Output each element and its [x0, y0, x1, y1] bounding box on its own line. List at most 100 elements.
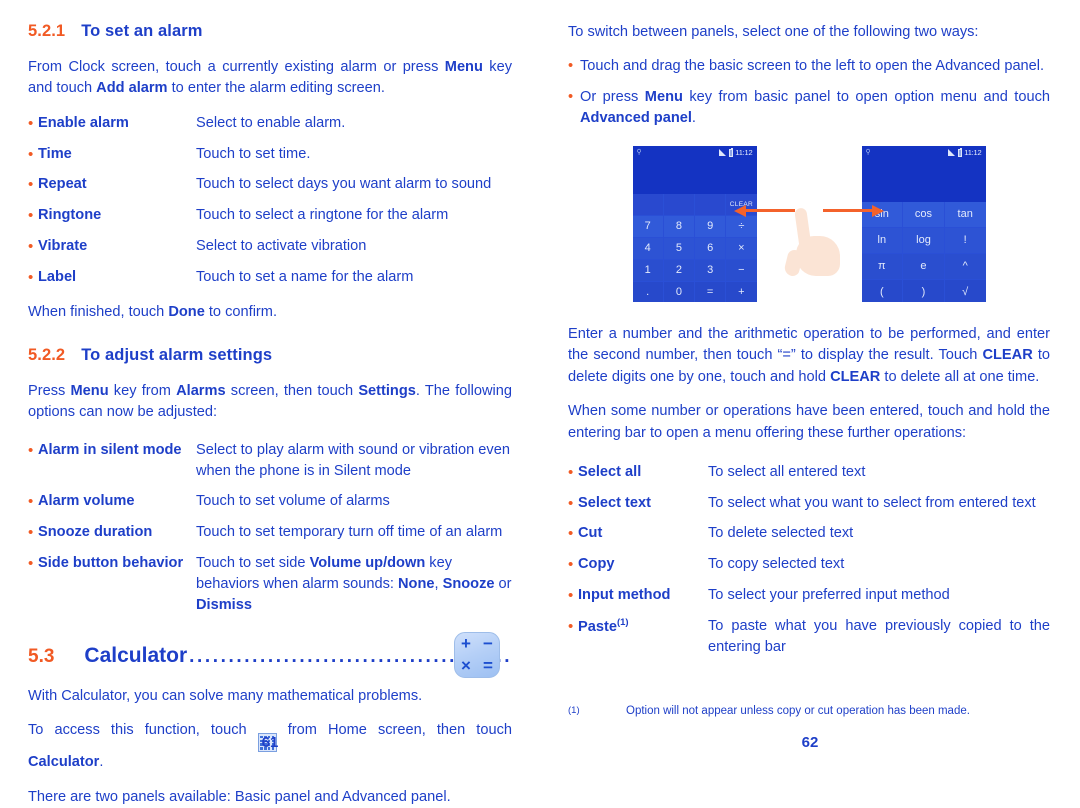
calculator-display	[632, 159, 757, 194]
palm	[796, 235, 840, 276]
list-item: • Paste(1) To paste what you have previo…	[568, 616, 1050, 658]
basic-calculator-panel: ⚲ 11:12 CLEAR 7 8 9 ÷ 4 5 6 × 1 2 3 − . …	[632, 145, 757, 302]
further-operations-list: • Select all To select all entered text …	[568, 462, 1050, 658]
text-fragment: .	[99, 754, 104, 771]
bullet-icon: •	[568, 494, 574, 512]
key-0[interactable]: 0	[663, 281, 694, 302]
bold-add-alarm: Add alarm	[96, 80, 168, 97]
text-fragment: ,	[434, 575, 443, 592]
key-minus[interactable]: −	[726, 259, 757, 281]
key-plus[interactable]: +	[726, 281, 757, 302]
text-fragment: From Clock screen, touch a currently exi…	[28, 59, 445, 75]
key-sqrt[interactable]: √	[944, 279, 986, 302]
paragraph-53-p1: With Calculator, you can solve many math…	[28, 687, 423, 704]
list-item: • Input method To select your preferred …	[568, 585, 1050, 607]
option-desc: Touch to set a name for the alarm	[196, 268, 414, 285]
key-decimal[interactable]: .	[632, 281, 663, 302]
bullet-icon: •	[28, 268, 34, 286]
bold-menu: Menu	[444, 59, 483, 75]
text-fragment: When finished, touch	[28, 304, 169, 321]
bullet-icon: •	[28, 523, 34, 541]
bullet-icon: •	[568, 58, 574, 75]
key-8[interactable]: 8	[663, 215, 694, 237]
bold-snooze: Snooze	[442, 575, 495, 592]
key-2[interactable]: 2	[663, 259, 694, 281]
key-4[interactable]: 4	[632, 237, 663, 259]
key-open-paren[interactable]: (	[861, 279, 903, 302]
bullet-icon: •	[568, 617, 574, 635]
page-number-left: 61	[261, 734, 279, 751]
key-close-paren[interactable]: )	[903, 279, 944, 302]
text-fragment: key from	[108, 382, 177, 399]
bullet-icon: •	[28, 145, 34, 163]
key-5[interactable]: 5	[663, 237, 694, 259]
bold-volume-up-down: Volume up/down	[309, 554, 426, 571]
status-icons: 11:12	[948, 148, 982, 157]
key-power[interactable]: ^	[944, 253, 986, 279]
key-6[interactable]: 6	[695, 237, 726, 259]
option-term: Input method	[578, 586, 671, 603]
key-sin[interactable]: sin	[861, 201, 903, 227]
option-term: Snooze duration	[38, 523, 153, 540]
option-term: Time	[38, 145, 72, 162]
bullet-icon: •	[28, 237, 34, 255]
bullet-icon: •	[568, 556, 574, 574]
key-pi[interactable]: π	[861, 253, 903, 279]
option-desc: Touch to set side Volume up/down key beh…	[196, 553, 512, 616]
key-tan[interactable]: tan	[944, 201, 986, 227]
term-text: Paste	[578, 618, 617, 635]
key-log[interactable]: log	[903, 227, 944, 253]
footnote-text: Option will not appear unless copy or cu…	[626, 704, 970, 717]
key-equals[interactable]: =	[695, 281, 726, 302]
text-fragment: Enter a number and the arithmetic operat…	[568, 325, 1050, 364]
key-1[interactable]: 1	[632, 259, 663, 281]
option-desc: To select your preferred input method	[708, 586, 950, 603]
bullet-icon: •	[568, 525, 574, 543]
heading-number: 5.2.2	[28, 345, 66, 364]
multiply-glyph: ×	[461, 656, 471, 676]
signal-bars-icon	[719, 149, 727, 157]
bold-alarms: Alarms	[176, 382, 226, 399]
option-term: Repeat	[38, 176, 87, 193]
list-item: • Select text To select what you want to…	[568, 493, 1050, 515]
option-desc: Select to activate vibration	[196, 237, 367, 254]
bold-clear-1: CLEAR	[982, 347, 1033, 364]
bold-clear-2: CLEAR	[830, 368, 881, 385]
text-fragment: or	[494, 575, 512, 592]
status-bar: ⚲ 11:12	[632, 145, 757, 160]
list-item: • Enable alarm Select to enable alarm.	[28, 113, 512, 135]
option-term: Alarm in silent mode	[38, 441, 182, 458]
key-cos[interactable]: cos	[903, 201, 944, 227]
status-clock: 11:12	[964, 148, 982, 157]
bold-advanced-panel: Advanced panel	[580, 110, 692, 127]
key-9[interactable]: 9	[695, 215, 726, 237]
paragraph-522-intro: Press Menu key from Alarms screen, then …	[28, 381, 512, 424]
key-clear[interactable]: CLEAR	[726, 193, 757, 215]
option-desc: To copy selected text	[708, 556, 845, 573]
advanced-keypad: sin cos tan ln log ! π e ^ ( ) √	[861, 201, 986, 302]
key-e[interactable]: e	[903, 253, 944, 279]
thumb	[783, 248, 804, 278]
option-term: Label	[38, 268, 77, 285]
key-multiply[interactable]: ×	[726, 237, 757, 259]
list-item: • Snooze duration Touch to set temporary…	[28, 522, 512, 544]
option-term: Side button behavior	[38, 554, 184, 571]
key-factorial[interactable]: !	[944, 227, 986, 253]
key-divide[interactable]: ÷	[726, 215, 757, 237]
bullet-icon: •	[568, 586, 574, 604]
battery-icon	[728, 148, 733, 157]
key-7[interactable]: 7	[632, 215, 663, 237]
bullet-icon: •	[568, 463, 574, 481]
list-item: • Side button behavior Touch to set side…	[28, 553, 512, 616]
option-desc: Select to enable alarm.	[196, 114, 346, 131]
list-item: • Alarm in silent mode Select to play al…	[28, 440, 512, 482]
calculator-app-icon: + − × =	[454, 631, 500, 678]
key-ln[interactable]: ln	[861, 227, 903, 253]
list-item: • Label Touch to set a name for the alar…	[28, 267, 512, 289]
text-fragment: Press	[28, 382, 71, 399]
option-desc: Touch to select days you want alarm to s…	[196, 176, 492, 193]
status-clock: 11:12	[735, 148, 753, 157]
key-3[interactable]: 3	[695, 259, 726, 281]
footnote: (1) Option will not appear unless copy o…	[568, 703, 1050, 719]
paragraph-521-closing: When finished, touch Done to confirm.	[28, 302, 512, 323]
